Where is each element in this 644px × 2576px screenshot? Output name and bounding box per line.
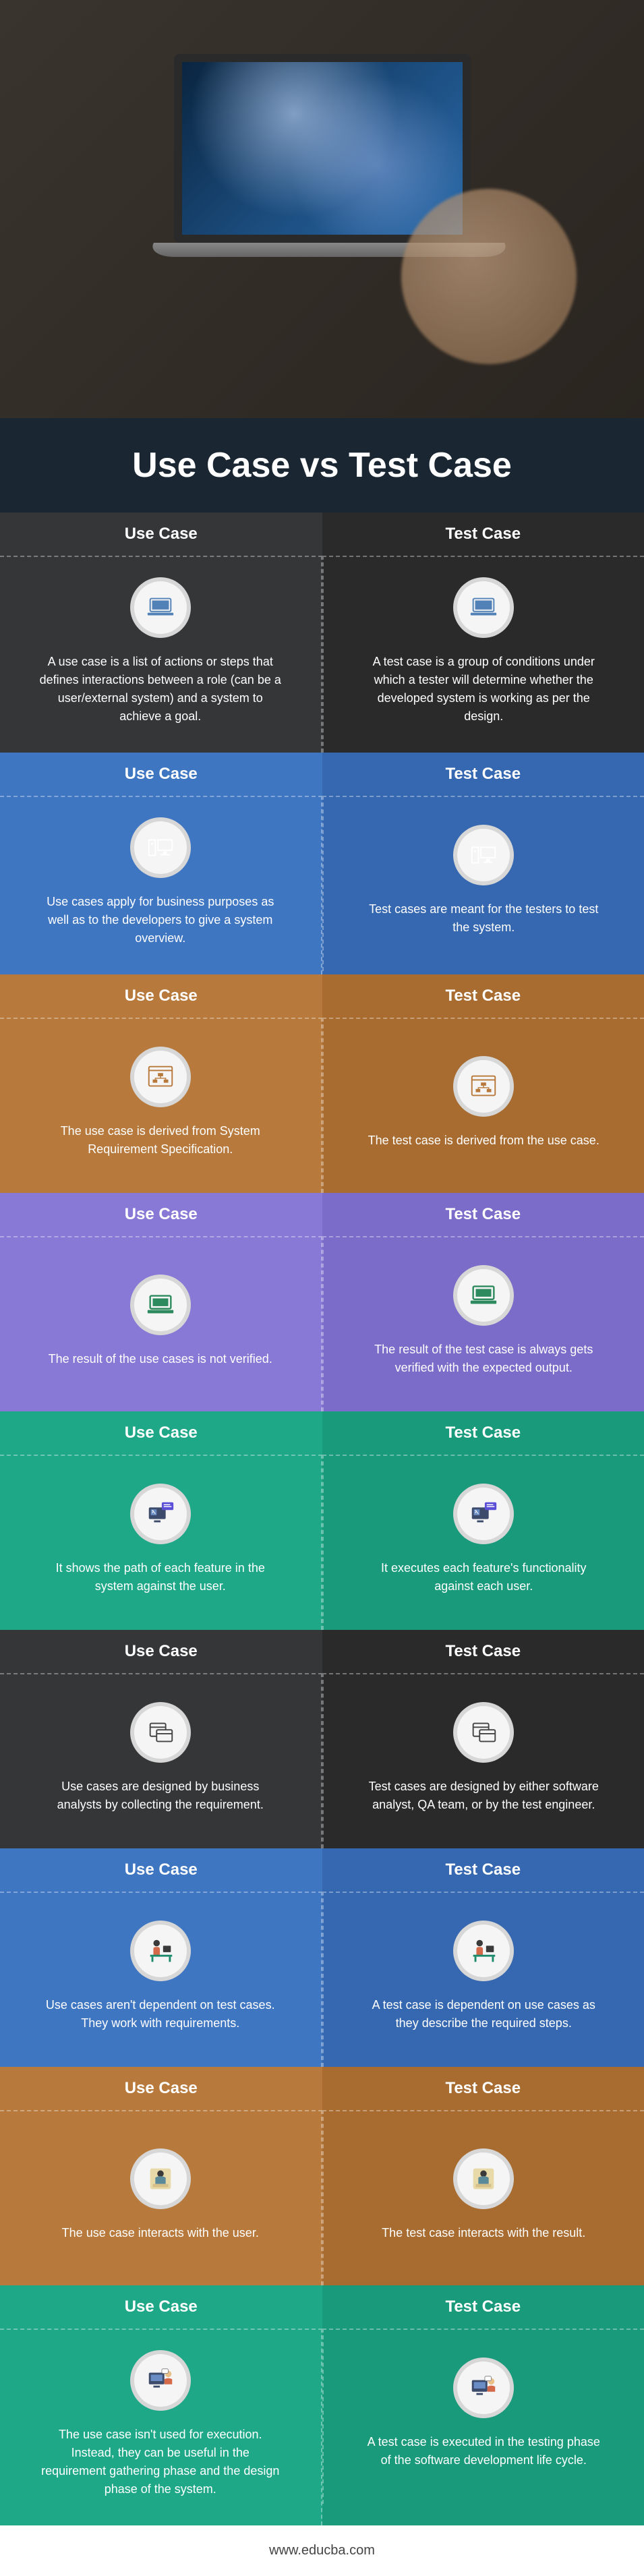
use-case-text: The result of the use cases is not verif… xyxy=(49,1350,272,1368)
comparison-row: Use Case Use cases apply for business pu… xyxy=(0,753,644,974)
test-case-header: Test Case xyxy=(322,1193,644,1236)
test-case-header: Test Case xyxy=(322,513,644,556)
comparison-row: Use Case The use case interacts with the… xyxy=(0,2067,644,2285)
use-case-header: Use Case xyxy=(0,753,322,796)
test-case-text: Test cases are meant for the testers to … xyxy=(362,900,605,937)
use-case-header: Use Case xyxy=(0,974,322,1018)
test-case-header: Test Case xyxy=(322,1411,644,1455)
hero-photo xyxy=(0,0,644,418)
comparison-row: Use Case Use cases aren't dependent on t… xyxy=(0,1848,644,2067)
test-case-text: A test case is executed in the testing p… xyxy=(362,2433,605,2469)
comparison-row: Use Case It shows the path of each featu… xyxy=(0,1411,644,1630)
comparison-row: Use Case The use case is derived from Sy… xyxy=(0,974,644,1193)
person-desk-icon xyxy=(130,1921,191,1981)
desktop-bubble-icon xyxy=(130,1484,191,1544)
window-tree-icon xyxy=(130,1047,191,1107)
test-case-text: A test case is a group of conditions und… xyxy=(362,653,605,726)
hero-hand-illustration xyxy=(401,189,577,364)
window-tree-icon xyxy=(453,1056,514,1117)
person-monitor-icon xyxy=(453,2358,514,2418)
test-case-text: A test case is dependent on use cases as… xyxy=(362,1996,605,2032)
comparison-row: Use Case A use case is a list of actions… xyxy=(0,513,644,753)
comparison-row: Use Case The result of the use cases is … xyxy=(0,1193,644,1411)
person-monitor-icon xyxy=(130,2350,191,2411)
comparison-row: Use Case Use cases are designed by busin… xyxy=(0,1630,644,1848)
desktop-bubble-icon xyxy=(453,1484,514,1544)
test-case-header: Test Case xyxy=(322,2067,644,2110)
laptop-icon xyxy=(453,577,514,638)
page-title: Use Case vs Test Case xyxy=(0,418,644,513)
use-case-header: Use Case xyxy=(0,513,322,556)
window-stack-icon xyxy=(130,1702,191,1763)
infographic-container: Use Case vs Test Case Use Case A use cas… xyxy=(0,0,644,2576)
use-case-text: A use case is a list of actions or steps… xyxy=(39,653,282,726)
test-case-text: The test case interacts with the result. xyxy=(382,2224,585,2242)
test-case-header: Test Case xyxy=(322,1630,644,1673)
use-case-text: Use cases apply for business purposes as… xyxy=(39,893,282,947)
use-case-text: Use cases are designed by business analy… xyxy=(39,1778,282,1814)
use-case-header: Use Case xyxy=(0,1848,322,1892)
use-case-text: Use cases aren't dependent on test cases… xyxy=(39,1996,282,2032)
test-case-text: Test cases are designed by either softwa… xyxy=(362,1778,605,1814)
use-case-header: Use Case xyxy=(0,1193,322,1236)
laptop-icon xyxy=(130,577,191,638)
laptop-green-icon xyxy=(453,1265,514,1326)
person-desk-icon xyxy=(453,1921,514,1981)
test-case-text: The result of the test case is always ge… xyxy=(362,1341,605,1377)
test-case-header: Test Case xyxy=(322,1848,644,1892)
use-case-header: Use Case xyxy=(0,2067,322,2110)
test-case-header: Test Case xyxy=(322,2285,644,2329)
monitor-tower-icon xyxy=(453,825,514,885)
person-top-icon xyxy=(130,2148,191,2209)
monitor-tower-icon xyxy=(130,817,191,878)
comparison-row: Use Case The use case isn't used for exe… xyxy=(0,2285,644,2525)
test-case-text: It executes each feature's functionality… xyxy=(362,1559,605,1596)
use-case-header: Use Case xyxy=(0,1411,322,1455)
use-case-header: Use Case xyxy=(0,2285,322,2329)
use-case-header: Use Case xyxy=(0,1630,322,1673)
use-case-text: The use case isn't used for execution. I… xyxy=(39,2426,282,2498)
window-stack-icon xyxy=(453,1702,514,1763)
use-case-text: The use case is derived from System Requ… xyxy=(39,1122,282,1159)
laptop-green-icon xyxy=(130,1275,191,1335)
person-top-icon xyxy=(453,2148,514,2209)
use-case-text: The use case interacts with the user. xyxy=(62,2224,259,2242)
test-case-text: The test case is derived from the use ca… xyxy=(368,1132,599,1150)
test-case-header: Test Case xyxy=(322,753,644,796)
test-case-header: Test Case xyxy=(322,974,644,1018)
use-case-text: It shows the path of each feature in the… xyxy=(39,1559,282,1596)
footer-url: www.educba.com xyxy=(0,2525,644,2576)
